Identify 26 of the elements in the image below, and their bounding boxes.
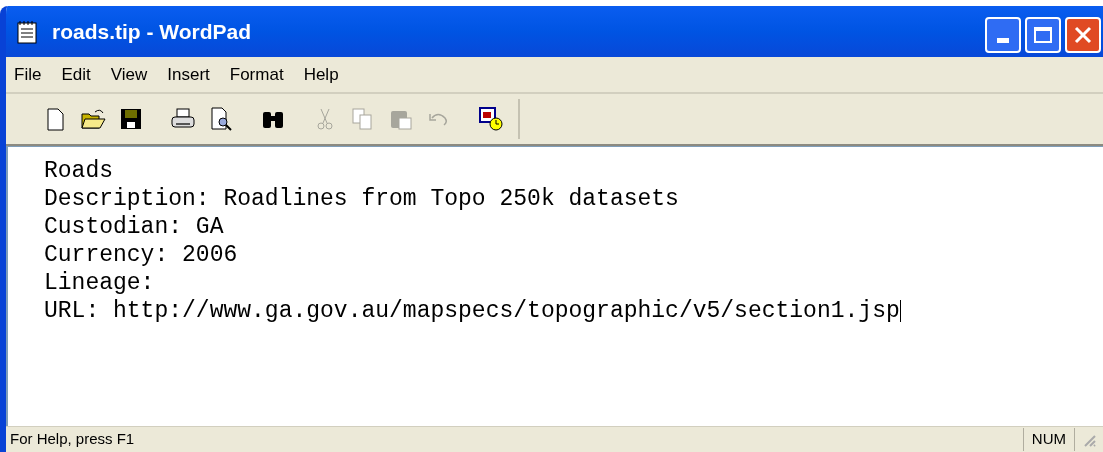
document-line: Description: Roadlines from Topo 250k datasets [44,185,679,213]
document-line: Currency: 2006 [44,241,238,269]
document-line: Custodian: GA [44,213,224,241]
minimize-button[interactable] [985,16,1021,53]
text-cursor [899,299,901,322]
close-icon [1074,25,1092,44]
maximize-button[interactable] [1025,16,1061,53]
calendar-clock-icon[interactable] [478,106,504,132]
close-button[interactable] [1065,16,1101,53]
num-lock-indicator: NUM [1022,428,1075,451]
menu-item[interactable]: View [110,61,148,88]
menu-item[interactable]: Help [303,61,339,88]
page-magnifier-icon[interactable] [208,106,234,132]
status-text: For Help, press F1 [9,429,136,450]
menu-item[interactable]: Format [229,61,284,88]
document-area[interactable]: Roads Description: Roadlines from Topo 250k datasets Custodian: GA Currency: 2006 Lineage: URL: http://www.ga.gov.au/mapspecs/topographic/v5/section1.jsp [6,146,1103,426]
maximize-icon [1034,26,1052,43]
menu-item[interactable]: Insert [167,61,210,88]
document-line: URL: http://www.ga.gov.au/mapspecs/topographic/v5/section1.jsp [44,297,901,325]
menu-item[interactable]: File [14,61,42,88]
document-line: Lineage: [44,269,155,297]
document-line: Roads [44,157,113,185]
window-title: roads.tip - WordPad [52,18,252,45]
notepad-icon [16,19,38,44]
minimize-icon [997,37,1009,43]
menu-item[interactable]: Edit [61,61,91,88]
